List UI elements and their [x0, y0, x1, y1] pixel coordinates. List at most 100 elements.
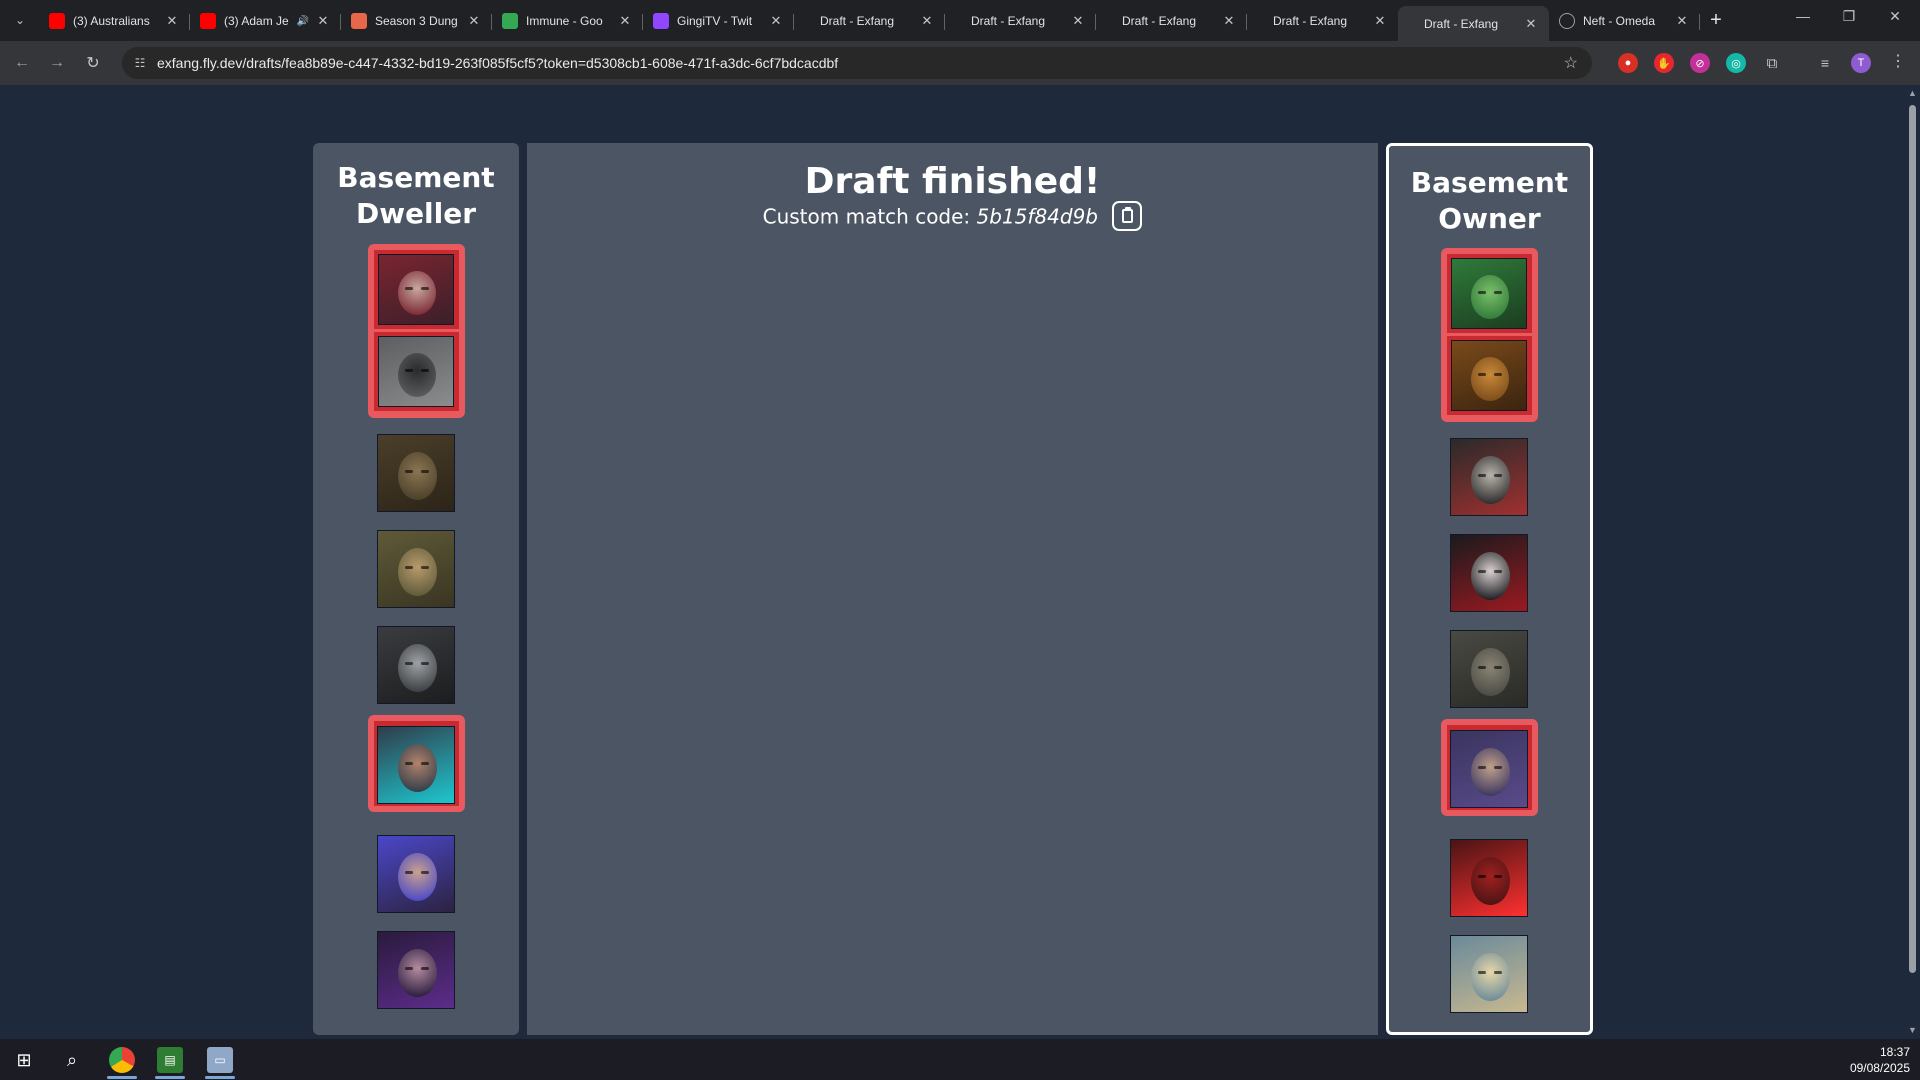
extension-red-icon[interactable]: ● — [1618, 53, 1638, 73]
browser-tab[interactable]: Neft - Omeda ✕ — [1549, 6, 1700, 36]
portrait-face — [398, 271, 436, 315]
tab-close-icon[interactable]: ✕ — [466, 13, 482, 29]
tab-audio-icon[interactable]: 🔊 — [297, 16, 309, 27]
browser-tab[interactable]: GingiTV - Twit ✕ — [643, 6, 794, 36]
profile-avatar[interactable]: T — [1851, 53, 1871, 73]
portrait-face — [1471, 552, 1510, 600]
site-settings-icon[interactable]: ☷ — [132, 55, 148, 71]
left-team-name: Basement Dweller — [337, 161, 495, 230]
extension-block-icon[interactable]: ⊘ — [1690, 53, 1710, 73]
portrait-eye — [421, 470, 429, 473]
address-bar[interactable]: ☷ exfang.fly.dev/drafts/fea8b89e-c447-43… — [122, 47, 1592, 79]
portrait-face — [398, 353, 436, 397]
extension-grammar-icon[interactable]: ◎ — [1726, 53, 1746, 73]
portrait-eye — [405, 662, 413, 665]
hero-portrait-wolf — [378, 336, 454, 407]
extensions-puzzle-icon[interactable]: ⧉ — [1762, 53, 1782, 73]
forward-icon[interactable]: → — [45, 51, 69, 75]
clipboard-icon — [1122, 209, 1134, 223]
portrait-eye — [1478, 373, 1486, 376]
scroll-thumb[interactable] — [1909, 105, 1916, 973]
tab-close-icon[interactable]: ✕ — [164, 13, 180, 29]
browser-tab[interactable]: Season 3 Dung ✕ — [341, 6, 492, 36]
search-icon[interactable]: ⌕ — [59, 1047, 85, 1073]
tab-title: (3) Adam Je — [224, 14, 289, 28]
portrait-eye — [421, 762, 429, 765]
youtube-icon — [49, 13, 65, 29]
portrait-face — [398, 452, 437, 500]
hero-portrait-gunner — [377, 726, 455, 804]
browser-tab[interactable]: (3) Australians ✕ — [39, 6, 190, 36]
tab-close-icon[interactable]: ✕ — [1221, 13, 1237, 29]
system-clock[interactable]: 18:37 09/08/2025 — [1850, 1044, 1910, 1076]
tab-title: Season 3 Dung — [375, 14, 458, 28]
tab-close-icon[interactable]: ✕ — [1674, 13, 1690, 29]
browser-tab[interactable]: (3) Adam Je 🔊 ✕ — [190, 6, 341, 36]
tab-close-icon[interactable]: ✕ — [617, 13, 633, 29]
url-text[interactable]: exfang.fly.dev/drafts/fea8b89e-c447-4332… — [157, 55, 838, 71]
tab-close-icon[interactable]: ✕ — [1372, 13, 1388, 29]
portrait-eye — [1494, 666, 1502, 669]
portrait-face — [1471, 748, 1510, 796]
copy-code-button[interactable] — [1112, 201, 1143, 231]
draft-status-title: Draft finished! — [804, 161, 1101, 202]
browser-tab[interactable]: Draft - Exfang ✕ — [1096, 6, 1247, 36]
tab-search-chevron-icon[interactable]: ⌄ — [8, 8, 32, 32]
blank-favicon-icon — [1106, 13, 1114, 29]
dungeon-icon — [351, 13, 367, 29]
tab-title: (3) Australians — [73, 14, 150, 28]
portrait-eye — [421, 871, 429, 874]
browser-menu-icon[interactable]: ⋮ — [1890, 51, 1906, 71]
browser-toolbar: ← → ↻ ☷ exfang.fly.dev/drafts/fea8b89e-c… — [0, 41, 1920, 85]
tab-close-icon[interactable]: ✕ — [315, 13, 331, 29]
tab-close-icon[interactable]: ✕ — [1523, 16, 1539, 32]
browser-tab[interactable]: Draft - Exfang ✕ — [1247, 6, 1398, 36]
tab-close-icon[interactable]: ✕ — [768, 13, 784, 29]
app-window-icon[interactable]: ▭ — [207, 1047, 233, 1073]
hero-portrait-sawblade — [1450, 438, 1528, 516]
extension-hand-icon[interactable]: ✋ — [1654, 53, 1674, 73]
twitch-icon — [653, 13, 669, 29]
tab-strip: ⌄ (3) Australians ✕ (3) Adam Je 🔊 ✕ Season 3 … — [0, 0, 1920, 41]
bookmark-star-icon[interactable]: ☆ — [1564, 53, 1578, 73]
portrait-eye — [405, 470, 413, 473]
portrait-face — [398, 949, 437, 997]
browser-tab[interactable]: Immune - Goo ✕ — [492, 6, 643, 36]
restore-icon[interactable]: ❐ — [1826, 8, 1872, 25]
minimize-icon[interactable]: — — [1780, 8, 1826, 24]
windows-start-icon[interactable]: ⊞ — [11, 1047, 37, 1073]
browser-tab[interactable]: Draft - Exfang ✕ — [1398, 6, 1549, 41]
scroll-down-arrow-icon[interactable]: ▼ — [1908, 1025, 1917, 1035]
windows-taskbar: ⊞ ⌕ ▤ ▭ 18:37 09/08/2025 — [0, 1039, 1920, 1080]
match-code-value[interactable]: 5b15f84d9b — [977, 205, 1098, 229]
spreadsheet-app-icon[interactable]: ▤ — [157, 1047, 183, 1073]
page-scrollbar[interactable]: ▲ ▼ — [1905, 85, 1920, 1039]
tab-title: GingiTV - Twit — [677, 14, 753, 28]
google-drive-icon — [502, 13, 518, 29]
hero-portrait-red-eyes — [1450, 839, 1528, 917]
youtube-icon — [200, 13, 216, 29]
hero-portrait-blonde — [1450, 935, 1528, 1013]
browser-tab[interactable]: Draft - Exfang ✕ — [794, 6, 945, 36]
hero-portrait-hooded — [377, 931, 455, 1009]
portrait-eye — [1494, 766, 1502, 769]
portrait-eye — [405, 287, 413, 290]
media-controls-icon[interactable]: ≡ — [1815, 53, 1835, 73]
new-tab-button[interactable]: + — [1704, 8, 1728, 32]
browser-tab[interactable]: Draft - Exfang ✕ — [945, 6, 1096, 36]
back-icon[interactable]: ← — [10, 51, 34, 75]
portrait-eye — [421, 566, 429, 569]
tab-close-icon[interactable]: ✕ — [1070, 13, 1086, 29]
reload-icon[interactable]: ↻ — [81, 51, 105, 75]
draft-center-panel: Draft finished! Custom match code: 5b15f… — [527, 143, 1378, 1035]
hero-portrait-witch-hat — [378, 254, 454, 325]
scroll-up-arrow-icon[interactable]: ▲ — [1908, 88, 1917, 98]
tab-close-icon[interactable]: ✕ — [919, 13, 935, 29]
chrome-icon[interactable] — [109, 1047, 135, 1073]
tab-title: Immune - Goo — [526, 14, 603, 28]
blank-favicon-icon — [955, 13, 963, 29]
close-window-icon[interactable]: ✕ — [1872, 8, 1918, 25]
portrait-eye — [1494, 875, 1502, 878]
hero-portrait-monkey-king — [1451, 340, 1527, 411]
portrait-eye — [1478, 875, 1486, 878]
